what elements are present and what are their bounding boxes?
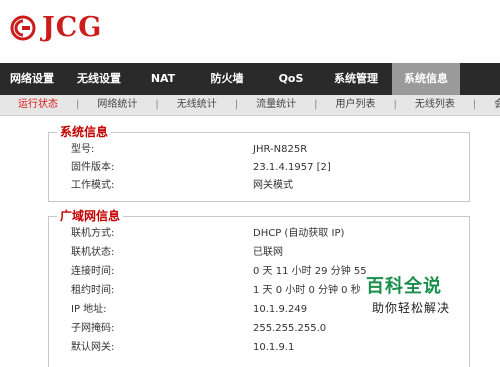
info-value: 10.1.9.249: [253, 304, 308, 315]
watermark-subtitle: 助你轻松解决: [372, 301, 451, 315]
logo-text: JCG: [42, 12, 103, 43]
info-label: 连接时间:: [71, 266, 115, 277]
info-value: 已联网: [253, 247, 283, 258]
subnav-separator: |: [76, 99, 80, 110]
info-label: 子网掩码:: [71, 323, 115, 334]
info-value: JHR-N825R: [253, 144, 308, 155]
nav-system-management[interactable]: 系统管理: [320, 63, 392, 95]
info-label: 联机状态:: [71, 247, 115, 258]
info-label: IP 地址:: [71, 304, 107, 315]
subnav-separator: |: [314, 99, 318, 110]
system-info-group: 系统信息 型号: JHR-N825R 固件版本: 23.1.4.1957 [2]…: [48, 124, 470, 202]
subnav-network-stats[interactable]: 网络统计: [97, 95, 137, 115]
subnav-user-list[interactable]: 用户列表: [336, 95, 376, 115]
info-label: 默认网关:: [71, 342, 115, 353]
info-label: 工作模式:: [71, 180, 115, 191]
header: JCG: [0, 0, 500, 63]
info-value: 1 天 0 小时 0 分钟 0 秒: [253, 285, 361, 296]
info-row: 型号: JHR-N825R: [71, 141, 461, 159]
main-nav: 网络设置 无线设置 NAT 防火墙 QoS 系统管理 系统信息: [0, 63, 500, 95]
system-info-title: 系统信息: [57, 124, 112, 140]
info-row: 工作模式: 网关模式: [71, 177, 461, 195]
nav-wireless-settings[interactable]: 无线设置: [64, 63, 134, 95]
subnav-running-status[interactable]: 运行状态: [18, 95, 58, 115]
info-label: 联机方式:: [71, 228, 115, 239]
watermark: 百科全说 助你轻松解决: [362, 272, 494, 318]
jcg-logo-icon: [10, 15, 36, 41]
info-value: 10.1.9.1: [253, 342, 295, 353]
subnav-wireless-stats[interactable]: 无线统计: [177, 95, 217, 115]
nav-qos[interactable]: QoS: [262, 63, 320, 95]
sub-nav: 运行状态 | 网络统计 | 无线统计 | 流量统计 | 用户列表 | 无线列表 …: [0, 95, 500, 116]
subnav-separator: |: [234, 99, 239, 110]
info-row: 子网掩码: 255.255.255.0: [71, 320, 461, 338]
nav-nat[interactable]: NAT: [134, 63, 192, 95]
info-label: 固件版本:: [71, 162, 115, 173]
info-value: 0 天 11 小时 29 分钟 55: [253, 266, 367, 277]
info-value: 23.1.4.1957 [2]: [253, 162, 331, 173]
info-value: 网关模式: [253, 180, 293, 191]
info-row: 固件版本: 23.1.4.1957 [2]: [71, 159, 461, 177]
subnav-separator: |: [472, 99, 477, 110]
subnav-wireless-list[interactable]: 无线列表: [415, 95, 455, 115]
subnav-separator: |: [155, 99, 159, 110]
subnav-sessions[interactable]: 会话: [494, 95, 500, 115]
info-row: 联机方式: DHCP (自动获取 IP): [71, 225, 461, 243]
nav-firewall[interactable]: 防火墙: [192, 63, 262, 95]
info-label: 租约时间:: [71, 285, 115, 296]
info-value: 255.255.255.0: [253, 323, 327, 334]
nav-system-info[interactable]: 系统信息: [392, 63, 460, 95]
info-row: 默认网关: 10.1.9.1: [71, 339, 461, 357]
subnav-traffic-stats[interactable]: 流量统计: [256, 95, 296, 115]
info-label: 型号:: [71, 144, 95, 155]
watermark-title: 百科全说: [366, 276, 442, 297]
nav-network-settings[interactable]: 网络设置: [0, 63, 64, 95]
logo[interactable]: JCG: [10, 10, 102, 46]
wan-info-title: 广域网信息: [57, 208, 124, 224]
info-row: 联机状态: 已联网: [71, 244, 461, 262]
subnav-separator: |: [393, 99, 397, 110]
info-value: DHCP (自动获取 IP): [253, 228, 345, 239]
